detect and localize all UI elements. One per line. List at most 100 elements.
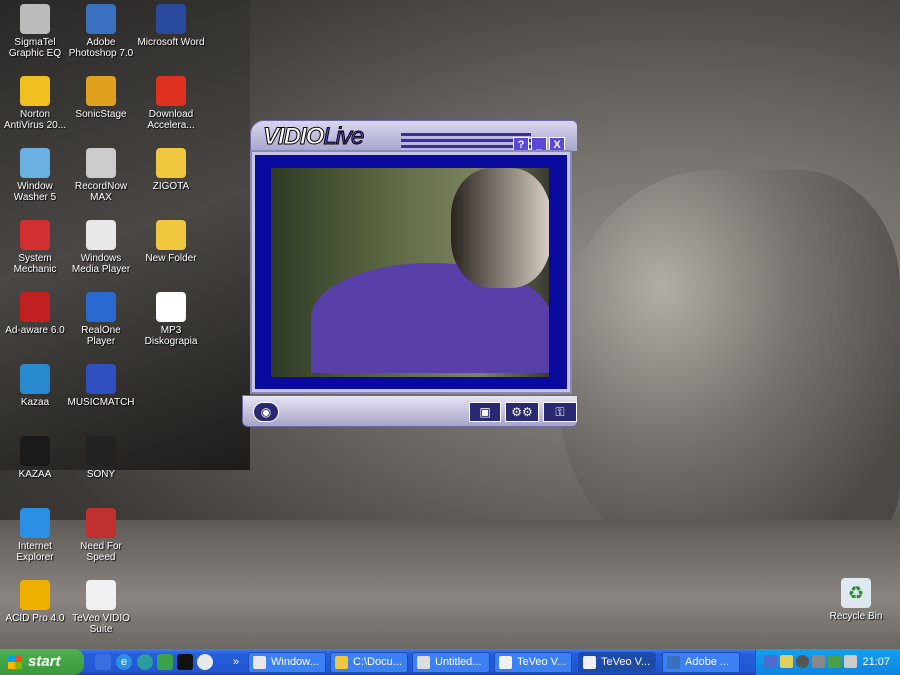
phone-icon[interactable] [844, 655, 857, 668]
download-accelerator-icon [156, 76, 186, 106]
clock-app-icon[interactable] [796, 655, 809, 668]
video-frame [250, 150, 572, 394]
desktop-icon[interactable]: KAZAA [0, 436, 70, 480]
start-button[interactable]: start [0, 649, 84, 675]
desktop-icon-label: SonicStage [75, 109, 127, 120]
desktop-icon-label: Download Accelera... [147, 109, 195, 131]
adaware-icon [20, 292, 50, 322]
desktop-icon-label: ACID Pro 4.0 [5, 613, 65, 624]
desktop-icon[interactable]: Need For Speed [66, 508, 136, 563]
sonicstage-icon [86, 76, 116, 106]
teveo-icon [86, 580, 116, 610]
key-button[interactable]: ⚿ [543, 402, 577, 422]
taskbar-button[interactable]: C:\Docu... [330, 652, 408, 673]
wallpaper-person [560, 170, 900, 560]
realone-icon [86, 292, 116, 322]
vidio-control-bar: ◉ ▣ ⚙⚙ ⚿ [242, 395, 578, 427]
desktop-icon[interactable]: System Mechanic [0, 220, 70, 275]
taskbar-button-label: C:\Docu... [353, 656, 402, 668]
desktop-icon-label: Microsoft Word [137, 37, 205, 48]
desktop-icon[interactable]: SONY [66, 436, 136, 480]
desktop-icon[interactable]: Adobe Photoshop 7.0 [66, 4, 136, 59]
quicklaunch-app-icon[interactable] [177, 654, 193, 670]
sony-icon [86, 436, 116, 466]
musicmatch-icon [86, 364, 116, 394]
desktop-icon-label: Window Washer 5 [13, 181, 57, 203]
desktop-icon-label: Adobe Photoshop 7.0 [68, 37, 134, 59]
game-icon [86, 508, 116, 538]
recycle-bin-icon: ♻ [841, 578, 871, 608]
quicklaunch-ie-icon[interactable]: e [116, 654, 132, 670]
recycle-bin-label: Recycle Bin [829, 611, 883, 622]
desktop-icon-label: MP3 Diskograpia [144, 325, 198, 347]
desktop-icon[interactable]: Internet Explorer [0, 508, 70, 563]
folder-icon [156, 148, 186, 178]
desktop-icon-label: RecordNow MAX [74, 181, 128, 203]
desktop-icon-label: Kazaa [20, 397, 50, 408]
folder-icon [156, 220, 186, 250]
desktop-icon-label: ZIGOTA [152, 181, 190, 192]
desktop-icon-label: Windows Media Player [71, 253, 131, 275]
word-icon [156, 4, 186, 34]
network-icon[interactable] [764, 655, 777, 668]
taskbar: start e » Window... C:\Docu... Untitled...… [0, 649, 900, 675]
teveo-icon [499, 656, 512, 669]
settings-gear-button[interactable]: ⚙⚙ [505, 402, 539, 422]
cd-icon [86, 148, 116, 178]
desktop-icon-label: System Mechanic [13, 253, 57, 275]
desktop-icon-label: Internet Explorer [16, 541, 54, 563]
taskbar-button[interactable]: Adobe ... [662, 652, 740, 673]
desktop-icon[interactable]: RecordNow MAX [66, 148, 136, 203]
quicklaunch-desktop-icon[interactable] [95, 654, 111, 670]
desktop-icon[interactable]: Window Washer 5 [0, 148, 70, 203]
taskbar-button[interactable]: TeVeo V... [494, 652, 572, 673]
title-stripes [401, 133, 531, 151]
recycle-bin[interactable]: ♻ Recycle Bin [821, 578, 891, 622]
laptop-icon[interactable] [812, 655, 825, 668]
quicklaunch-globe-icon[interactable] [137, 654, 153, 670]
eye-button[interactable]: ◉ [253, 402, 279, 422]
quicklaunch-messenger-icon[interactable] [157, 654, 173, 670]
desktop-icon[interactable]: SonicStage [66, 76, 136, 120]
desktop-icon[interactable]: MUSICMATCH [66, 364, 136, 408]
desktop-icon[interactable]: Download Accelera... [136, 76, 206, 131]
vidio-titlebar[interactable]: VIDIOLive ? _ X [250, 120, 578, 153]
quicklaunch-media-player-icon[interactable] [197, 654, 213, 670]
taskbar-button-label: TeVeo V... [517, 656, 567, 668]
display-icon[interactable] [780, 655, 793, 668]
snapshot-button[interactable]: ▣ [469, 402, 501, 422]
taskbar-button[interactable]: TeVeo V... [578, 652, 656, 673]
taskbar-button-label: Untitled... [435, 656, 482, 668]
desktop-icon[interactable]: MP3 Diskograpia [136, 292, 206, 347]
vidio-live-window[interactable]: VIDIOLive ? _ X ◉ ▣ ⚙⚙ ⚿ [242, 110, 578, 428]
folder-icon [335, 656, 348, 669]
desktop-icon[interactable]: New Folder [136, 220, 206, 264]
desktop-icon[interactable]: Kazaa [0, 364, 70, 408]
norton-icon [20, 76, 50, 106]
quicklaunch-chevron[interactable]: » [228, 654, 244, 670]
desktop-icon-label: KAZAA [18, 469, 52, 480]
desktop-icon-label: SONY [86, 469, 116, 480]
desktop-icon[interactable]: Windows Media Player [66, 220, 136, 275]
clock[interactable]: 21:07 [862, 649, 890, 675]
desktop-icon[interactable]: ZIGOTA [136, 148, 206, 192]
desktop-icon[interactable]: ACID Pro 4.0 [0, 580, 70, 624]
kazaa-icon [20, 364, 50, 394]
desktop-icon[interactable]: Ad-aware 6.0 [0, 292, 70, 336]
desktop-icon[interactable]: Microsoft Word [136, 4, 206, 48]
antivirus-icon[interactable] [828, 655, 841, 668]
video-feed [271, 168, 549, 377]
desktop-icon[interactable]: Norton AntiVirus 20... [0, 76, 70, 131]
taskbar-button[interactable]: Untitled... [412, 652, 490, 673]
taskbar-button[interactable]: Window... [248, 652, 326, 673]
paint-icon [417, 656, 430, 669]
magnifier-icon [20, 148, 50, 178]
desktop-icon[interactable]: RealOne Player [66, 292, 136, 347]
desktop-icon-label: RealOne Player [81, 325, 121, 347]
word-document-icon [156, 292, 186, 322]
kazaa-shortcut-icon [20, 436, 50, 466]
desktop-icon-label: TeVeo VIDIO Suite [72, 613, 130, 635]
desktop-icon-label: MUSICMATCH [67, 397, 135, 408]
desktop-icon[interactable]: TeVeo VIDIO Suite [66, 580, 136, 635]
desktop-icon[interactable]: SigmaTel Graphic EQ [0, 4, 70, 59]
